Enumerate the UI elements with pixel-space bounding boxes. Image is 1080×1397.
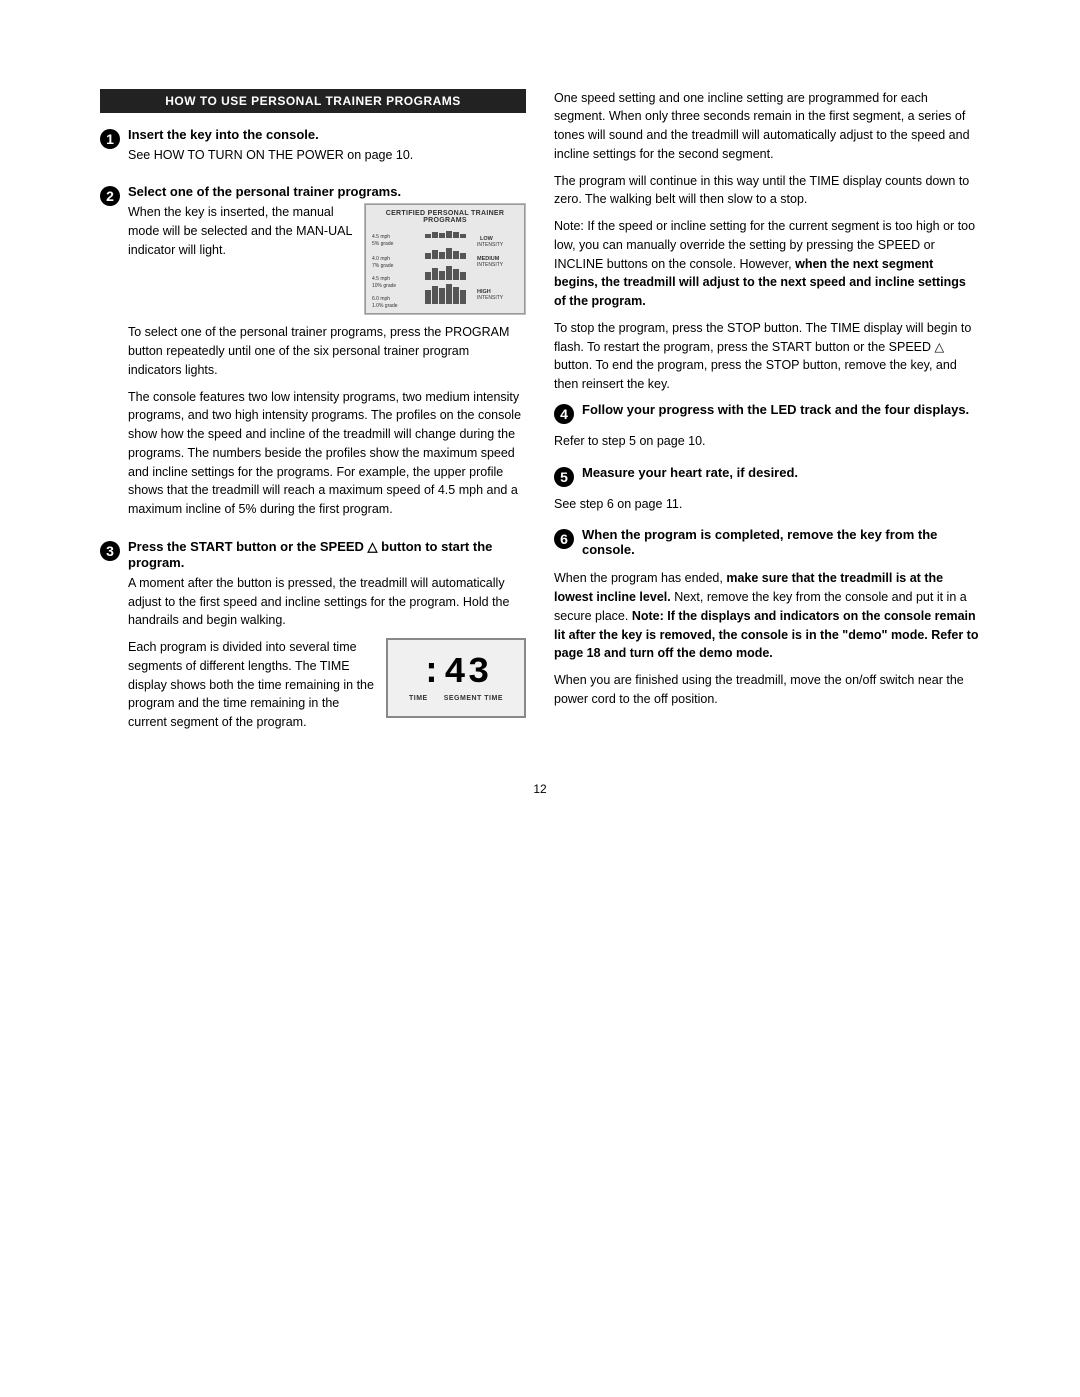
step-5-inner: 5 Measure your heart rate, if desired. bbox=[554, 465, 980, 487]
step-2-title: Select one of the personal trainer progr… bbox=[128, 184, 526, 199]
step-4: 4 Follow your progress with the LED trac… bbox=[554, 402, 980, 451]
step-6-inner: 6 When the program is completed, remove … bbox=[554, 527, 980, 561]
left-column: HOW TO USE PERSONAL TRAINER PROGRAMS 1 I… bbox=[100, 89, 526, 752]
step-1-title: Insert the key into the console. bbox=[128, 127, 526, 142]
step-2-para-1: To select one of the personal trainer pr… bbox=[128, 323, 526, 379]
console-image-wrap: CERTIFIED PERSONAL TRAINER PROGRAMS 4.5 … bbox=[364, 203, 526, 315]
svg-text:5% grade: 5% grade bbox=[372, 241, 394, 247]
step-1-number: 1 bbox=[100, 129, 120, 149]
step-5-number: 5 bbox=[554, 467, 574, 487]
right-intro-2: The program will continue in this way un… bbox=[554, 172, 980, 210]
bold-text-2: make sure that the treadmill is at the l… bbox=[554, 571, 943, 604]
svg-text:INTENSITY: INTENSITY bbox=[477, 242, 504, 248]
step-6-number: 6 bbox=[554, 529, 574, 549]
step-5-content: Measure your heart rate, if desired. bbox=[582, 465, 980, 487]
svg-text:7% grade: 7% grade bbox=[372, 263, 394, 269]
section-header-text: HOW TO USE PERSONAL TRAINER PROGRAMS bbox=[165, 94, 461, 108]
right-intro-4: To stop the program, press the STOP butt… bbox=[554, 319, 980, 394]
page-number: 12 bbox=[100, 782, 980, 796]
step-3-number: 3 bbox=[100, 541, 120, 561]
step-1-content: Insert the key into the console. See HOW… bbox=[128, 127, 526, 173]
bold-text-3: Note: If the displays and indicators on … bbox=[554, 609, 978, 661]
svg-text:INTENSITY: INTENSITY bbox=[477, 262, 504, 268]
step-4-para: Refer to step 5 on page 10. bbox=[554, 432, 980, 451]
timer-label-time: TIME bbox=[409, 695, 428, 702]
step-2-para-2: The console features two low intensity p… bbox=[128, 388, 526, 519]
page: HOW TO USE PERSONAL TRAINER PROGRAMS 1 I… bbox=[80, 49, 1000, 1349]
step-6-para-2: When you are finished using the treadmil… bbox=[554, 671, 980, 709]
console-image-title: CERTIFIED PERSONAL TRAINER PROGRAMS bbox=[370, 210, 520, 224]
svg-text:INTENSITY: INTENSITY bbox=[477, 295, 504, 301]
step-3-para-1: A moment after the button is pressed, th… bbox=[128, 574, 526, 630]
timer-labels: TIME SEGMENT TIME bbox=[409, 695, 503, 702]
step-6-para-1: When the program has ended, make sure th… bbox=[554, 569, 980, 663]
step-4-content: Follow your progress with the LED track … bbox=[582, 402, 980, 424]
step-3-title: Press the START button or the SPEED △ bu… bbox=[128, 539, 526, 570]
console-image: CERTIFIED PERSONAL TRAINER PROGRAMS 4.5 … bbox=[365, 204, 525, 314]
right-intro-3: Note: If the speed or incline setting fo… bbox=[554, 217, 980, 311]
step-2-body: CERTIFIED PERSONAL TRAINER PROGRAMS 4.5 … bbox=[128, 203, 526, 323]
step-6-content: When the program is completed, remove th… bbox=[582, 527, 980, 561]
step-2-content: Select one of the personal trainer progr… bbox=[128, 184, 526, 527]
step-5: 5 Measure your heart rate, if desired. S… bbox=[554, 465, 980, 514]
step-5-para: See step 6 on page 11. bbox=[554, 495, 980, 514]
console-svg: 4.5 mph 5% grade LOW INTENSITY bbox=[370, 228, 520, 308]
timer-image: :43 TIME SEGMENT TIME bbox=[386, 638, 526, 718]
step-6: 6 When the program is completed, remove … bbox=[554, 527, 980, 708]
step-3-content: Press the START button or the SPEED △ bu… bbox=[128, 539, 526, 740]
step-5-title: Measure your heart rate, if desired. bbox=[582, 465, 980, 480]
timer-label-segment: SEGMENT TIME bbox=[444, 695, 503, 702]
svg-text:4.5 mph: 4.5 mph bbox=[372, 276, 390, 282]
svg-text:10% grade: 10% grade bbox=[372, 283, 396, 289]
section-header: HOW TO USE PERSONAL TRAINER PROGRAMS bbox=[100, 89, 526, 113]
svg-text:6.0 mph: 6.0 mph bbox=[372, 296, 390, 302]
svg-text:4.0 mph: 4.0 mph bbox=[372, 256, 390, 262]
svg-text:4.5 mph: 4.5 mph bbox=[372, 234, 390, 240]
right-intro-1: One speed setting and one incline settin… bbox=[554, 89, 980, 164]
step-3: 3 Press the START button or the SPEED △ … bbox=[100, 539, 526, 740]
step-2-number: 2 bbox=[100, 186, 120, 206]
step-2: 2 Select one of the personal trainer pro… bbox=[100, 184, 526, 527]
step-6-title: When the program is completed, remove th… bbox=[582, 527, 980, 557]
svg-text:1.0% grade: 1.0% grade bbox=[372, 303, 398, 308]
step-3-body-2: :43 TIME SEGMENT TIME Each program is di… bbox=[128, 638, 526, 740]
step-1-para: See HOW TO TURN ON THE POWER on page 10. bbox=[128, 146, 526, 165]
right-column: One speed setting and one incline settin… bbox=[554, 89, 980, 752]
step-1: 1 Insert the key into the console. See H… bbox=[100, 127, 526, 173]
step-4-number: 4 bbox=[554, 404, 574, 424]
bold-text-1: when the next segment begins, the treadm… bbox=[554, 257, 966, 309]
step-4-title: Follow your progress with the LED track … bbox=[582, 402, 980, 417]
timer-display: :43 bbox=[421, 655, 492, 691]
step-4-inner: 4 Follow your progress with the LED trac… bbox=[554, 402, 980, 424]
